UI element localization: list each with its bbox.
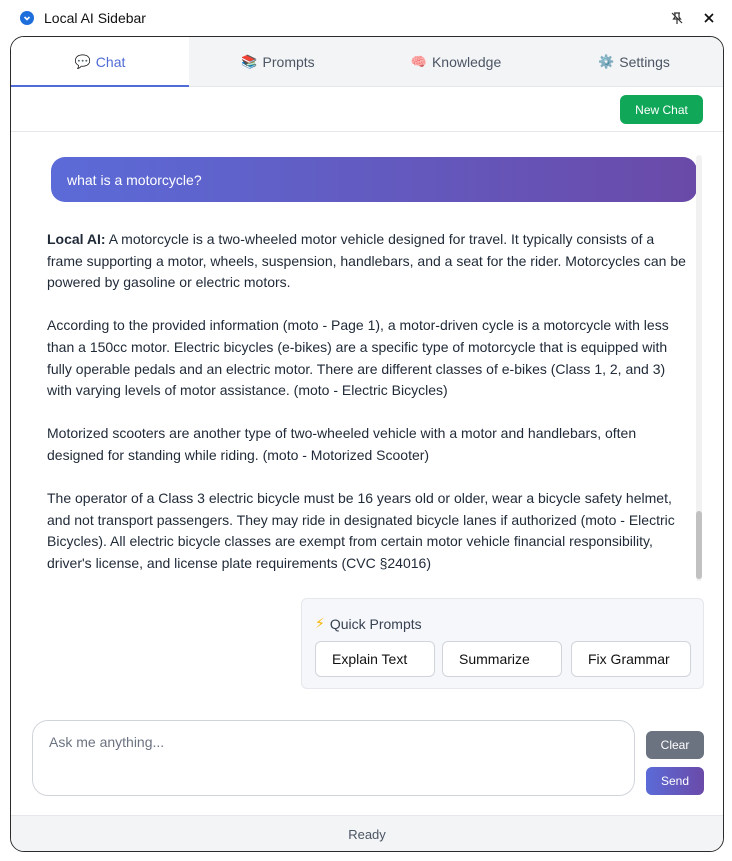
fix-grammar-button[interactable]: Fix Grammar xyxy=(571,641,691,677)
tab-knowledge[interactable]: 🧠 Knowledge xyxy=(367,37,545,87)
summarize-button[interactable]: Summarize xyxy=(442,641,562,677)
ai-paragraph: Local AI: A motorcycle is a two-wheeled … xyxy=(47,229,687,294)
send-button[interactable]: Send xyxy=(646,767,704,795)
chat-toolbar: New Chat xyxy=(11,87,723,132)
ai-label: Local AI: xyxy=(47,231,106,247)
clear-button[interactable]: Clear xyxy=(646,731,704,759)
tab-label: Knowledge xyxy=(431,54,502,70)
tab-label: Prompts xyxy=(262,54,315,70)
quick-prompts-panel: ⚡ Quick Prompts Explain Text Summarize F… xyxy=(301,598,704,689)
message-list[interactable]: what is a motorcycle? Local AI: A motorc… xyxy=(11,133,711,583)
chrome-extension-icon xyxy=(20,11,34,25)
lightning-icon: ⚡ xyxy=(315,615,325,631)
user-message: what is a motorcycle? xyxy=(51,157,697,202)
tab-settings[interactable]: ⚙️ Settings xyxy=(545,37,723,87)
status-text: Ready xyxy=(348,827,386,842)
message-input[interactable] xyxy=(33,721,634,795)
message-input-wrapper xyxy=(32,720,635,796)
ai-paragraph: According to the provided information (m… xyxy=(47,317,669,399)
books-icon: 📚 xyxy=(241,54,258,69)
gear-icon: ⚙️ xyxy=(598,54,615,69)
tab-bar: 💬 Chat 📚 Prompts 🧠 Knowledge ⚙️ Settings xyxy=(11,37,723,88)
ai-paragraph: The operator of a Class 3 electric bicyc… xyxy=(47,490,675,571)
speech-bubble-icon: 💬 xyxy=(74,54,91,69)
new-chat-button[interactable]: New Chat xyxy=(620,95,703,124)
ai-text: A motorcycle is a two-wheeled motor vehi… xyxy=(47,231,686,291)
ai-message: Local AI: A motorcycle is a two-wheeled … xyxy=(47,229,687,583)
explain-text-button[interactable]: Explain Text xyxy=(315,641,435,677)
tab-label: Chat xyxy=(95,54,126,70)
message-scrollbar[interactable] xyxy=(696,155,702,581)
unpin-icon[interactable] xyxy=(667,8,687,28)
title-bar: Local AI Sidebar xyxy=(0,0,732,36)
quick-prompts-label: Quick Prompts xyxy=(329,615,422,632)
status-bar: Ready xyxy=(11,815,723,851)
tab-prompts[interactable]: 📚 Prompts xyxy=(189,37,367,87)
close-icon[interactable] xyxy=(699,8,719,28)
quick-prompts-title: ⚡ Quick Prompts xyxy=(315,615,422,632)
window-title: Local AI Sidebar xyxy=(44,10,146,26)
tab-label: Settings xyxy=(619,54,670,70)
brain-icon: 🧠 xyxy=(410,54,427,69)
ai-paragraph: Motorized scooters are another type of t… xyxy=(47,425,637,463)
scrollbar-thumb[interactable] xyxy=(696,511,702,579)
tab-chat[interactable]: 💬 Chat xyxy=(11,37,189,88)
sidebar-panel: 💬 Chat 📚 Prompts 🧠 Knowledge ⚙️ Settings… xyxy=(10,36,724,852)
